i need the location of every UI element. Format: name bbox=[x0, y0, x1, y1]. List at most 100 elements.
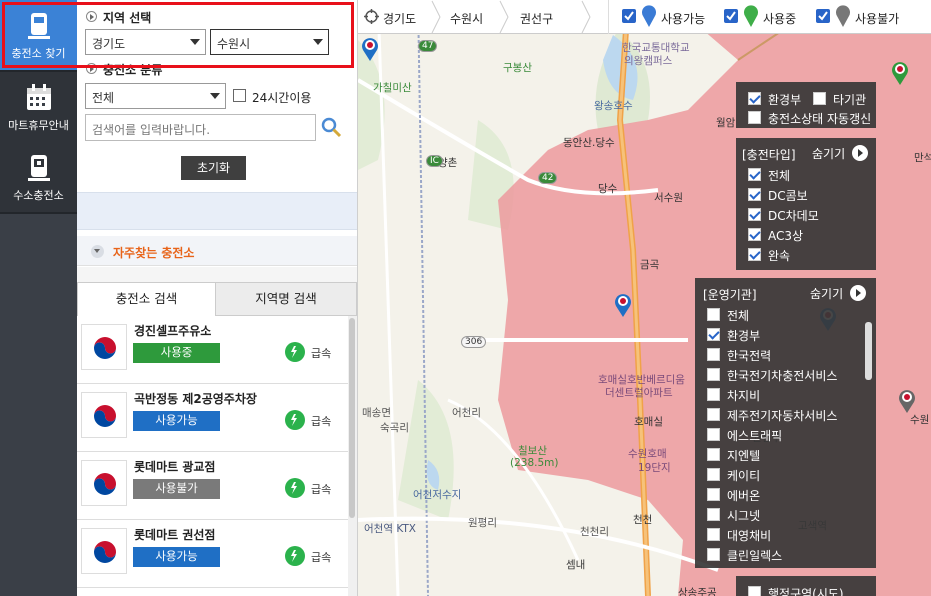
source-filter-panel: 환경부 타기관 충전소상태 자동갱신 bbox=[736, 82, 876, 128]
operator-checkbox[interactable] bbox=[707, 448, 720, 461]
charge-type-label: DC차데모 bbox=[768, 209, 819, 223]
operator-checkbox[interactable] bbox=[707, 508, 720, 521]
operator-checkbox[interactable] bbox=[707, 548, 720, 561]
map-place-label: 가칠미산 bbox=[373, 82, 412, 94]
favorites-toggle[interactable]: 자주찾는 충전소 bbox=[77, 236, 357, 266]
operator-checkbox[interactable] bbox=[707, 428, 720, 441]
operator-checkbox[interactable] bbox=[707, 408, 720, 421]
open24-label: 24시간이용 bbox=[252, 91, 312, 105]
operator-scrollbar[interactable] bbox=[865, 322, 872, 380]
other-checkbox[interactable] bbox=[813, 92, 826, 105]
operator-label: 한국전력 bbox=[727, 349, 772, 363]
tab-station-search[interactable]: 충전소 검색 bbox=[77, 282, 216, 316]
charge-type-checkbox[interactable] bbox=[748, 208, 761, 221]
station-pin-icon[interactable] bbox=[890, 60, 910, 86]
map-place-label: 매송면 bbox=[362, 407, 391, 419]
breadcrumb-separator-icon bbox=[581, 0, 591, 34]
favorites-label: 자주찾는 충전소 bbox=[113, 246, 195, 260]
hide-label: 숨기기 bbox=[812, 147, 846, 161]
station-list-item[interactable]: 경진셀프주유소 사용중 급속 bbox=[77, 316, 349, 384]
operator-panel: [운영기관] 숨기기 전체 환경부 한국전력 한국전기차충전서비스 차지비 제주전기자동차… bbox=[695, 278, 876, 568]
operator-checkbox[interactable] bbox=[707, 488, 720, 501]
available-checkbox[interactable] bbox=[622, 9, 636, 23]
speed-label: 급속 bbox=[311, 551, 332, 564]
nav-mart-label: 마트휴무안내 bbox=[8, 119, 69, 132]
charge-type-checkbox[interactable] bbox=[748, 168, 761, 181]
map-place-label: 원평리 bbox=[468, 517, 497, 529]
operator-checkbox[interactable] bbox=[707, 308, 720, 321]
admin-area-label: 행정구역(시도) bbox=[768, 587, 844, 596]
station-list-item[interactable]: 곡반정동 제2공영주차장 사용가능 급속 bbox=[77, 384, 349, 452]
speed-label: 급속 bbox=[311, 415, 332, 428]
charge-type-checkbox[interactable] bbox=[748, 248, 761, 261]
charge-type-hide-button[interactable]: 숨기기 bbox=[812, 145, 868, 162]
station-pin-icon[interactable] bbox=[360, 36, 380, 62]
operator-checkbox[interactable] bbox=[707, 528, 720, 541]
station-pin-icon[interactable] bbox=[613, 292, 633, 318]
in-use-checkbox[interactable] bbox=[724, 9, 738, 23]
other-label: 타기관 bbox=[833, 93, 867, 107]
operator-label: 차지비 bbox=[727, 389, 761, 403]
nav-mart-holiday[interactable]: 마트휴무안내 bbox=[0, 72, 77, 142]
location-target-icon[interactable] bbox=[364, 9, 379, 24]
map-place-label: 수원 bbox=[910, 414, 930, 426]
station-name[interactable]: 롯데마트 권선점 bbox=[134, 526, 215, 543]
map-view[interactable]: 한국교통대학교 의왕캠퍼스 구봉산 가칠미산 왕송호수 동안산.당수 양촌 당수 서수원 금곡 호매… bbox=[358, 0, 931, 596]
charge-type-label: 전체 bbox=[768, 169, 791, 183]
station-list-item[interactable]: 롯데마트 광교점 사용불가 급속 bbox=[77, 452, 349, 520]
charge-type-checkbox[interactable] bbox=[748, 188, 761, 201]
operator-hide-button[interactable]: 숨기기 bbox=[810, 285, 866, 302]
category-select[interactable]: 전체 bbox=[85, 83, 226, 109]
operator-checkbox[interactable] bbox=[707, 468, 720, 481]
admin-area-panel: 행정구역(시도) bbox=[736, 576, 876, 596]
region-highlight-box bbox=[2, 2, 354, 68]
charge-type-label: 완속 bbox=[768, 249, 791, 263]
breadcrumb-level2[interactable]: 수원시 bbox=[450, 10, 483, 27]
nav-hydrogen-label: 수소충전소 bbox=[13, 189, 64, 202]
station-name[interactable]: 경진셀프주유소 bbox=[134, 322, 211, 339]
chevron-down-icon bbox=[91, 245, 104, 258]
operator-label: 환경부 bbox=[727, 329, 761, 343]
unavailable-checkbox[interactable] bbox=[816, 9, 830, 23]
operator-logo bbox=[81, 392, 127, 438]
taegeuk-logo-icon bbox=[94, 405, 116, 427]
list-scrollbar[interactable] bbox=[348, 316, 357, 596]
tab-region-search[interactable]: 지역명 검색 bbox=[216, 282, 357, 316]
admin-area-checkbox[interactable] bbox=[748, 586, 761, 596]
map-place-label: 왕송호수 bbox=[594, 100, 633, 112]
operator-checkbox[interactable] bbox=[707, 368, 720, 381]
charge-type-checkbox[interactable] bbox=[748, 228, 761, 241]
station-name[interactable]: 곡반정동 제2공영주차장 bbox=[134, 390, 257, 407]
charge-type-panel: [충전타입] 숨기기 전체 DC콤보 DC차데모 AC3상완속 bbox=[736, 138, 876, 270]
operator-checkbox[interactable] bbox=[707, 348, 720, 361]
charge-type-title: [충전타입] bbox=[742, 148, 796, 162]
operator-checkbox[interactable] bbox=[707, 388, 720, 401]
operator-checkbox[interactable] bbox=[707, 328, 720, 341]
nav-hydrogen-station[interactable]: 수소충전소 bbox=[0, 142, 77, 212]
map-place-label: 천천리 bbox=[580, 526, 609, 538]
chevron-down-icon bbox=[210, 93, 220, 99]
charge-type-label: DC콤보 bbox=[768, 189, 808, 203]
operator-label: 전체 bbox=[727, 309, 750, 323]
search-panel: 지역 선택 경기도 수원시 충전소 분류 전체 24시간이용 검색어를 입력바랍… bbox=[77, 0, 358, 596]
breadcrumb-level1[interactable]: 경기도 bbox=[383, 10, 416, 27]
env-checkbox[interactable] bbox=[748, 92, 761, 105]
breadcrumb-level3[interactable]: 권선구 bbox=[520, 10, 553, 27]
hydrogen-charger-icon bbox=[28, 155, 50, 181]
auto-refresh-checkbox[interactable] bbox=[748, 111, 761, 124]
scrollbar-thumb[interactable] bbox=[349, 318, 355, 518]
charge-type-label: AC3상 bbox=[768, 229, 804, 243]
unavailable-pin-shape bbox=[836, 5, 850, 28]
operator-label: 시그넷 bbox=[727, 509, 761, 523]
map-place-label: IC bbox=[426, 155, 443, 167]
fast-charge-icon bbox=[285, 410, 305, 430]
station-pin-icon[interactable] bbox=[897, 388, 917, 414]
operator-title: [운영기관] bbox=[703, 288, 757, 302]
station-list-item[interactable]: 롯데마트 권선점 사용가능 급속 bbox=[77, 520, 349, 588]
station-name[interactable]: 롯데마트 광교점 bbox=[134, 458, 215, 475]
search-icon[interactable] bbox=[320, 116, 342, 138]
search-input[interactable]: 검색어를 입력바랍니다. bbox=[85, 114, 316, 141]
map-place-label: 수원호매 bbox=[628, 448, 667, 460]
reset-button[interactable]: 초기화 bbox=[181, 156, 246, 180]
open24-checkbox[interactable] bbox=[233, 89, 246, 102]
